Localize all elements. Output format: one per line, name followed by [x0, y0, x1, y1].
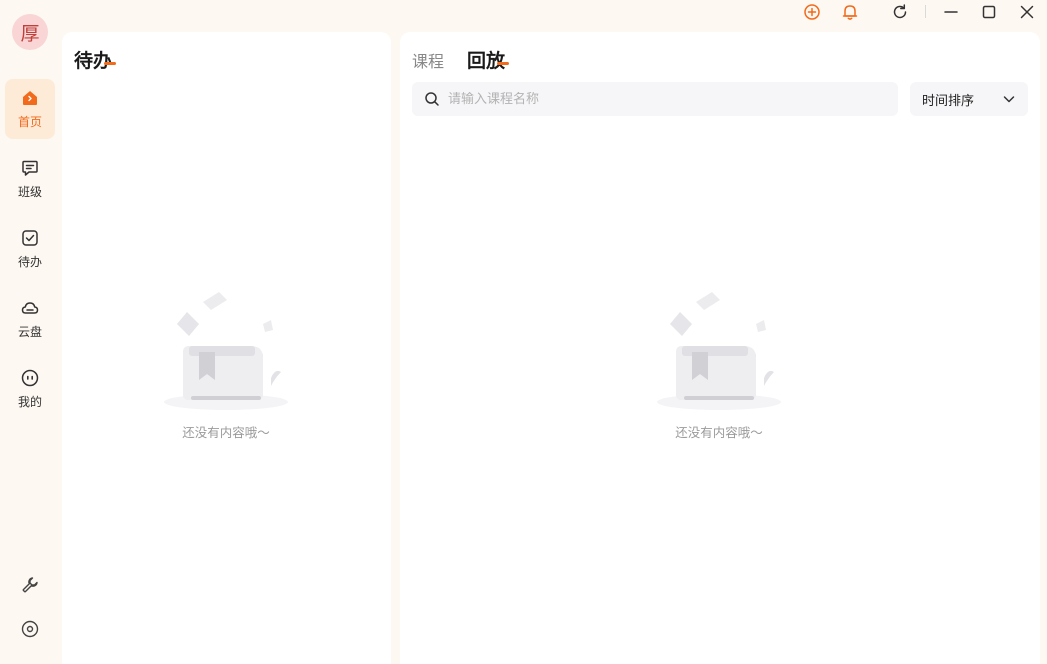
tab-active-underline: [497, 62, 509, 65]
search-input[interactable]: [448, 91, 868, 107]
search-box[interactable]: [412, 82, 898, 116]
refresh-icon: [893, 4, 907, 19]
minimize-button[interactable]: [941, 2, 961, 22]
minimize-icon: [944, 11, 958, 13]
close-icon: [1020, 5, 1034, 19]
sidebar-item-todo[interactable]: 待办: [5, 219, 55, 279]
maximize-button[interactable]: [979, 2, 999, 22]
tab-courses[interactable]: 课程: [412, 48, 444, 72]
sidebar-item-label: 班级: [17, 185, 42, 199]
chevron-down-icon: [1003, 96, 1015, 103]
avatar-char: 厚: [20, 22, 40, 45]
settings-icon[interactable]: [20, 619, 40, 639]
maximize-icon: [982, 5, 996, 19]
sidebar-item-home[interactable]: 首页: [5, 79, 55, 139]
sidebar-item-label: 首页: [17, 115, 42, 129]
sidebar-item-profile[interactable]: 我的: [5, 359, 55, 419]
todo-check-icon: [22, 230, 38, 246]
sort-select-value: 时间排序: [922, 93, 975, 109]
empty-state-text: 还没有内容哦～: [182, 425, 270, 440]
bell-icon: [842, 5, 858, 20]
main-panel: 课程 回放 时间排序: [400, 32, 1040, 664]
sort-select[interactable]: 时间排序: [910, 82, 1028, 116]
refresh-button[interactable]: [890, 2, 910, 22]
sidebar-item-label: 云盘: [17, 325, 42, 339]
empty-state-text: 还没有内容哦～: [675, 425, 763, 440]
titlebar-separator: [925, 5, 926, 18]
add-circle-icon: [804, 4, 820, 20]
sidebar-item-label: 我的: [17, 395, 42, 409]
sidebar-item-label: 待办: [17, 255, 42, 269]
empty-state: 还没有内容哦～: [156, 290, 296, 441]
wrench-icon[interactable]: [20, 575, 40, 595]
profile-face-icon: [21, 369, 39, 387]
app-window: 厚 首页 班级 待办 云盘 我的 待办 还没有内容哦～ 课程 回放 请输入课程名…: [0, 0, 1047, 664]
todo-panel-title: 待办: [74, 50, 113, 72]
avatar[interactable]: 厚: [12, 14, 48, 50]
close-button[interactable]: [1017, 2, 1037, 22]
empty-state: 还没有内容哦～: [649, 290, 789, 441]
add-button[interactable]: [802, 2, 822, 22]
todo-panel: 待办 还没有内容哦～: [62, 32, 391, 664]
empty-box-illustration: [657, 292, 781, 410]
sidebar-item-cloud[interactable]: 云盘: [5, 289, 55, 349]
tab-replay[interactable]: 回放: [467, 46, 505, 73]
notification-button[interactable]: [840, 2, 860, 22]
search-icon: [425, 92, 439, 106]
sidebar-item-class[interactable]: 班级: [5, 149, 55, 209]
empty-box-illustration: [164, 292, 288, 410]
home-icon: [23, 91, 37, 105]
cloud-drive-icon: [21, 302, 39, 314]
class-chat-icon: [22, 160, 38, 176]
sidebar: 厚 首页 班级 待办 云盘 我的: [0, 0, 61, 664]
title-underline: [104, 62, 116, 65]
